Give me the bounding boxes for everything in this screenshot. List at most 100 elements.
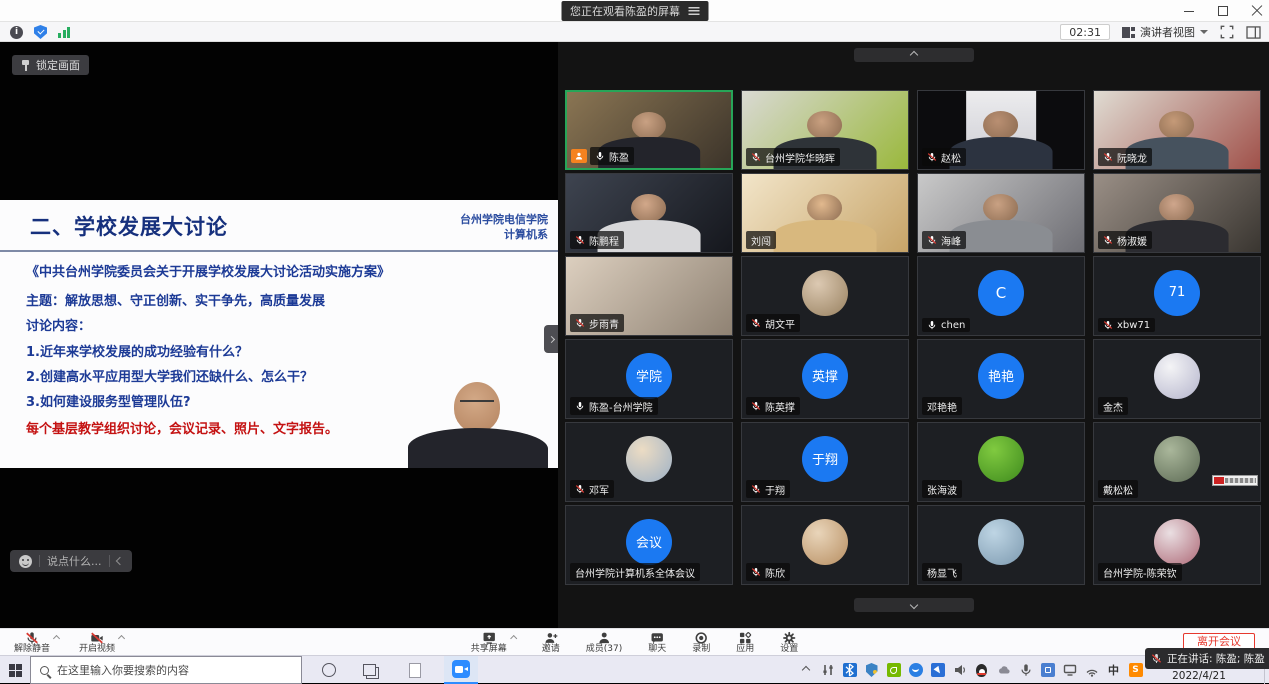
mic-muted-icon <box>751 401 761 411</box>
participant-tile[interactable]: 邓军 <box>565 422 733 502</box>
chat-input-placeholder[interactable]: 说点什么... <box>47 553 102 569</box>
task-view-button[interactable] <box>352 656 386 684</box>
tray-remote-pointer-icon[interactable] <box>930 663 945 678</box>
mic-muted-icon <box>575 484 585 494</box>
tray-snip-tool-icon[interactable] <box>1040 663 1055 678</box>
avatar-initials: 英撑 <box>802 353 848 399</box>
file-icon <box>409 663 421 678</box>
apps-button[interactable]: 应用 <box>736 631 754 655</box>
mute-button[interactable]: 解除静音 <box>14 631 59 655</box>
speaking-indicator-overlay: 正在讲话: 陈盈; 陈盈 <box>1145 648 1269 669</box>
participant-tile[interactable]: 陈欣 <box>741 505 909 585</box>
tray-wireless-display-icon[interactable] <box>1084 663 1099 678</box>
settings-button[interactable]: 设置 <box>780 631 798 655</box>
collapse-chat-icon[interactable] <box>115 557 123 565</box>
side-panel-icon[interactable] <box>1246 26 1261 39</box>
tray-projector-icon[interactable] <box>1062 663 1077 678</box>
participant-tile[interactable]: 71xbw71 <box>1093 256 1261 336</box>
participant-tile[interactable]: 台州学院-陈荣钦 <box>1093 505 1261 585</box>
participant-label: 胡文平 <box>746 314 800 332</box>
participant-tile[interactable]: 刘闯 <box>741 173 909 253</box>
participant-tile[interactable]: 赵松 <box>917 90 1085 170</box>
security-shield-icon[interactable] <box>34 25 47 39</box>
participant-tile[interactable]: 台州学院华晓晖 <box>741 90 909 170</box>
avatar-initials: 于翔 <box>802 436 848 482</box>
participant-tile[interactable]: 于翔于翔 <box>741 422 909 502</box>
participant-name: 杨淑媛 <box>1117 233 1147 248</box>
meeting-info-icon[interactable]: i <box>10 26 23 39</box>
video-button[interactable]: 开启视频 <box>79 631 124 655</box>
mic-muted-icon <box>575 235 585 245</box>
participant-tile[interactable]: 杨淑媛 <box>1093 173 1261 253</box>
chevron-up-icon[interactable] <box>118 635 125 642</box>
avatar-initials: 71 <box>1154 270 1200 316</box>
participant-tile[interactable]: 海峰 <box>917 173 1085 253</box>
maximize-button[interactable] <box>1217 5 1229 17</box>
participant-tile[interactable]: 胡文平 <box>741 256 909 336</box>
chevron-up-icon[interactable] <box>53 635 60 642</box>
meeting-app-button[interactable] <box>444 656 478 684</box>
file-app-button[interactable] <box>398 656 432 684</box>
tray-chevron-up-icon[interactable] <box>798 663 813 678</box>
emoji-icon[interactable] <box>19 555 32 568</box>
search-input[interactable] <box>57 664 292 677</box>
tray-browser-blue-icon[interactable] <box>908 663 923 678</box>
participant-tile[interactable]: 张海波 <box>917 422 1085 502</box>
tray-microphone-icon[interactable] <box>1018 663 1033 678</box>
participant-tile[interactable]: 金杰 <box>1093 339 1261 419</box>
video-label: 开启视频 <box>79 645 115 655</box>
participant-label: 台州学院华晓晖 <box>746 148 840 166</box>
tray-security-shield-icon[interactable] <box>864 663 879 678</box>
tray-sogou-icon[interactable]: S <box>1128 663 1143 678</box>
view-mode-selector[interactable]: 演讲者视图 <box>1122 24 1208 40</box>
participant-tile[interactable]: 艳艳邓艳艳 <box>917 339 1085 419</box>
mic-muted-icon <box>575 318 585 328</box>
mic-off-icon <box>25 631 39 645</box>
members-button[interactable]: 成员(37) <box>586 631 622 655</box>
participant-label: 阮晓龙 <box>1098 148 1152 166</box>
participant-tile[interactable]: 会议台州学院计算机系全体会议 <box>565 505 733 585</box>
pin-view-button[interactable]: 锁定画面 <box>12 55 89 75</box>
quick-chat-bar[interactable]: 说点什么... <box>10 550 132 572</box>
mute-label: 解除静音 <box>14 645 50 655</box>
watching-banner[interactable]: 您正在观看陈盈的屏幕 <box>561 1 708 21</box>
participant-tile[interactable]: Cchen <box>917 256 1085 336</box>
tray-bluetooth-icon[interactable] <box>842 663 857 678</box>
participant-tile[interactable]: 杨显飞 <box>917 505 1085 585</box>
invite-button[interactable]: 邀请 <box>542 631 560 655</box>
minimize-button[interactable] <box>1183 5 1195 17</box>
participant-label-row: 邓军 <box>570 480 614 498</box>
fullscreen-icon[interactable] <box>1220 25 1234 39</box>
taskbar-search[interactable] <box>30 656 302 684</box>
chevron-up-icon[interactable] <box>510 635 517 642</box>
meeting-app-icon <box>452 660 470 678</box>
participant-tile[interactable]: 英撑陈英撑 <box>741 339 909 419</box>
participant-label: 赵松 <box>922 148 966 166</box>
expand-panel-button[interactable] <box>544 325 558 353</box>
tray-cloud-drive-icon[interactable] <box>996 663 1011 678</box>
participant-tile[interactable]: 步雨青 <box>565 256 733 336</box>
participant-label: 金杰 <box>1098 397 1128 415</box>
meeting-toolbar: 解除静音开启视频 共享屏幕邀请成员(37)聊天录制应用设置 离开会议 <box>0 628 1269 655</box>
tray-volume-mixer-icon[interactable] <box>820 663 835 678</box>
participant-tile[interactable]: 学院陈盈-台州学院 <box>565 339 733 419</box>
record-button[interactable]: 录制 <box>692 631 710 655</box>
scroll-up-button[interactable] <box>854 48 974 62</box>
cortana-button[interactable] <box>312 656 346 684</box>
scroll-down-button[interactable] <box>854 598 974 612</box>
participant-tile[interactable]: 陈鹏程 <box>565 173 733 253</box>
share-button[interactable]: 共享屏幕 <box>471 631 516 655</box>
participant-tile[interactable]: 陈盈 <box>565 90 733 170</box>
chat-button[interactable]: 聊天 <box>648 631 666 655</box>
start-button[interactable] <box>0 656 30 684</box>
participant-tile[interactable]: 戴松松 <box>1093 422 1261 502</box>
participant-tile[interactable]: 阮晓龙 <box>1093 90 1261 170</box>
banner-menu-icon[interactable] <box>688 7 699 15</box>
slide-line: 1.近年来学校发展的成功经验有什么？ <box>26 340 544 365</box>
close-button[interactable] <box>1251 5 1263 17</box>
tray-nvidia-icon[interactable] <box>886 663 901 678</box>
tray-ime-icon[interactable]: 中 <box>1106 663 1121 678</box>
tray-speaker-icon[interactable] <box>952 663 967 678</box>
participant-label-row: 于翔 <box>746 480 790 498</box>
tray-qq-icon[interactable] <box>974 663 989 678</box>
